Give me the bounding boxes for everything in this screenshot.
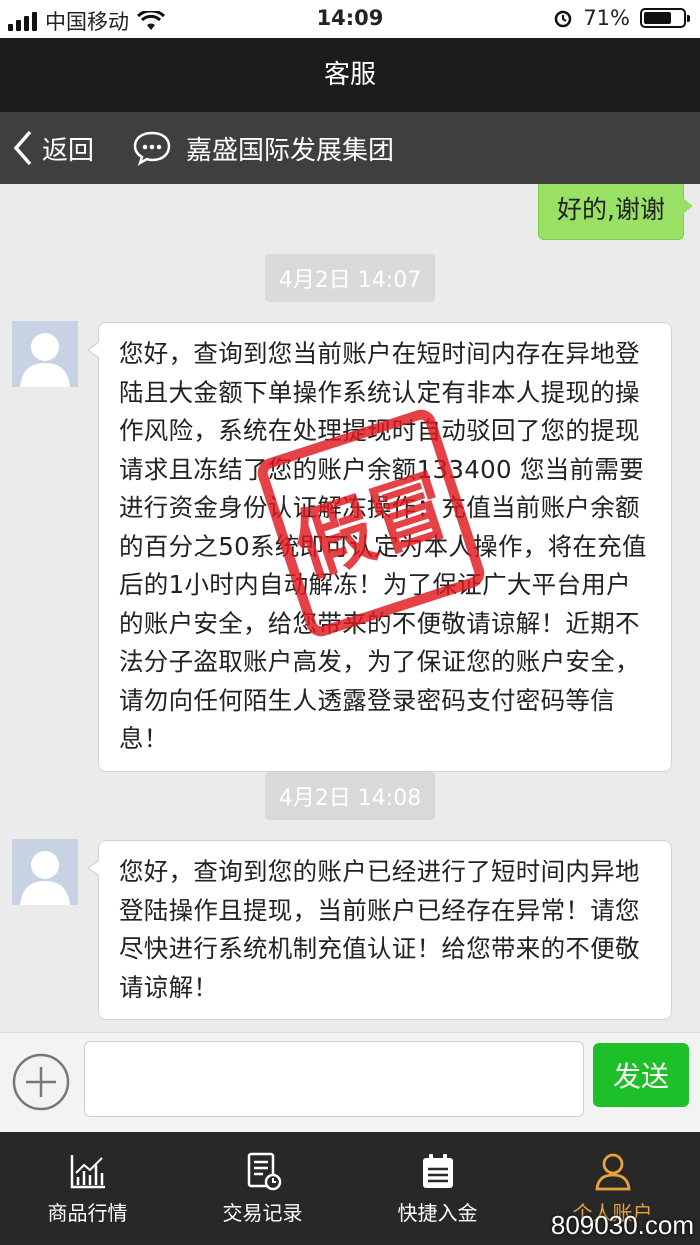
tab-label: 商品行情 — [47, 1201, 128, 1225]
svg-text:假冒: 假冒 — [284, 460, 460, 594]
default-avatar-icon — [12, 839, 78, 905]
status-right: 71% — [553, 6, 690, 30]
record-icon — [247, 1152, 281, 1191]
tab-label: 交易记录 — [222, 1201, 303, 1225]
message-input[interactable] — [84, 1041, 584, 1117]
back-label: 返回 — [42, 135, 95, 166]
tab-market[interactable]: 商品行情 — [0, 1132, 175, 1245]
tab-deposit[interactable]: 快捷入金 — [350, 1132, 525, 1245]
alarm-icon — [555, 10, 572, 28]
chat-area[interactable]: 好的,谢谢 4月2日 14:07 您好，查询到您当前账户在短时间内存在异地登陆且… — [0, 184, 700, 1032]
add-icon[interactable] — [12, 1053, 70, 1111]
chevron-left-icon — [13, 130, 32, 166]
chat-navbar: 返回 嘉盛国际发展集团 — [0, 112, 700, 184]
timestamp: 4月2日 14:07 — [0, 254, 700, 302]
back-button[interactable]: 返回 — [10, 112, 94, 184]
sent-message: 好的,谢谢 — [538, 184, 693, 240]
avatar[interactable] — [12, 839, 78, 905]
received-message: 您好，查询到您的账户已经进行了短时间内异地登陆操作且提现，当前账户已经存在异常！… — [87, 840, 672, 1020]
battery-icon — [640, 8, 690, 28]
battery-percent: 71% — [583, 6, 630, 30]
status-bar: 中国移动 14:09 71% — [0, 0, 700, 38]
user-icon — [594, 1153, 631, 1191]
tab-records[interactable]: 交易记录 — [175, 1132, 350, 1245]
timestamp-label: 4月2日 14:07 — [264, 254, 436, 302]
watermark: 809030.com — [550, 1210, 694, 1240]
input-bar: 发送 — [0, 1032, 700, 1133]
timestamp: 4月2日 14:08 — [0, 772, 700, 820]
battery-fill — [644, 12, 671, 24]
chart-icon — [70, 1155, 105, 1189]
default-avatar-icon — [12, 321, 78, 387]
tab-label: 快捷入金 — [397, 1201, 478, 1225]
avatar[interactable] — [12, 321, 78, 387]
timestamp-label: 4月2日 14:08 — [264, 772, 436, 820]
page-title: 客服 — [0, 38, 700, 112]
send-button[interactable]: 发送 — [593, 1043, 689, 1107]
chat-title: 嘉盛国际发展集团 — [132, 112, 394, 184]
chat-name: 嘉盛国际发展集团 — [186, 135, 395, 166]
calendar-icon — [422, 1154, 453, 1188]
chat-bubble-icon — [133, 131, 171, 166]
